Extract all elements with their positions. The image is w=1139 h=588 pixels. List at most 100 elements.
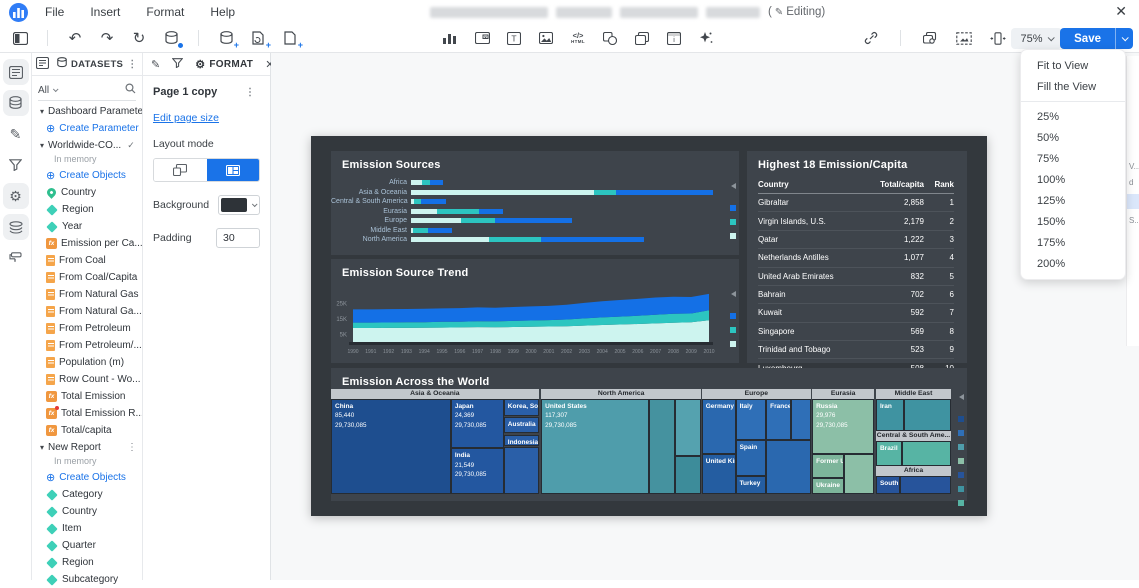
treemap-cell-united-states[interactable]: United States117,30729,730,085 (541, 399, 649, 494)
add-report-icon[interactable]: + (246, 27, 270, 49)
redo-icon[interactable]: ↷ (95, 27, 119, 49)
add-dataset-icon[interactable]: + (214, 27, 238, 49)
edit-icon[interactable]: ✎ (3, 121, 29, 147)
bar-row-europe[interactable]: Europe (331, 216, 739, 226)
treemap-cell-south-africa[interactable]: South Africa (876, 476, 900, 494)
legend-collapse-arrow-icon[interactable] (731, 183, 736, 189)
bar-segment-series-light[interactable] (411, 209, 437, 214)
kebab-menu-icon[interactable]: ⋮ (139, 140, 142, 151)
undo-icon[interactable]: ↶ (63, 27, 87, 49)
treemap-cell-united-kingdom[interactable]: United Kingdom (702, 454, 736, 494)
menu-file[interactable]: File (45, 5, 64, 19)
bar-segment-series-blue[interactable] (479, 209, 503, 214)
bar-row-eurasia[interactable]: Eurasia (331, 207, 739, 217)
app-logo-icon[interactable] (9, 3, 28, 22)
expand-triangle-icon[interactable]: ▾ (40, 443, 44, 452)
bar-segment-series-blue[interactable] (421, 199, 446, 204)
treemap-cell-small[interactable] (844, 454, 874, 494)
treemap-cell-germany[interactable]: Germany (702, 399, 736, 454)
filter-icon[interactable] (3, 152, 29, 178)
bar-segment-series-light[interactable] (411, 218, 461, 223)
bar-segment-series-blue[interactable] (541, 237, 644, 242)
treemap-cell-spain[interactable]: Spain (736, 440, 767, 476)
zoom-menu-item-fit-to-view[interactable]: Fit to View (1021, 55, 1125, 76)
pages-icon[interactable] (3, 59, 29, 85)
settings-icon[interactable]: ⚙ (3, 183, 29, 209)
bar-segment-series-teal[interactable] (594, 190, 616, 195)
snapshot-icon[interactable] (952, 27, 976, 49)
zoom-menu-item-125-[interactable]: 125% (1021, 190, 1125, 211)
tree-item-dashboard-parameters[interactable]: ▾Dashboard Parameters (32, 103, 142, 120)
background-color-picker[interactable] (218, 195, 260, 215)
theme-icon[interactable] (3, 245, 29, 271)
treemap-cell-russia[interactable]: Russia29,97629,730,085 (812, 399, 874, 454)
embed-icon[interactable] (986, 27, 1010, 49)
filter-tab-icon[interactable] (172, 58, 183, 71)
layers-icon[interactable] (3, 214, 29, 240)
bar-row-africa[interactable]: Africa (331, 178, 739, 188)
save-options-chevron[interactable] (1115, 28, 1133, 49)
tree-item-total-capita[interactable]: fxTotal/capita (32, 422, 142, 439)
refresh-icon[interactable]: ↻ (127, 27, 151, 49)
insert-chart-icon[interactable] (438, 27, 462, 49)
chart-emission-sources[interactable]: Emission Sources AfricaAsia & OceaniaCen… (331, 151, 739, 255)
tree-item-from-coal[interactable]: From Coal (32, 252, 142, 269)
treemap-cell-ukraine[interactable]: Ukraine (812, 478, 844, 494)
insert-container-icon[interactable] (630, 27, 654, 49)
datasets-icon[interactable] (3, 90, 29, 116)
tree-item-worldwide-co-[interactable]: ▾Worldwide-CO...✓⋮ (32, 137, 142, 154)
treemap-cell-turkey[interactable]: Turkey (736, 476, 767, 494)
ai-assist-icon[interactable] (694, 27, 718, 49)
bar-row-central-south-america[interactable]: Central & South America (331, 197, 739, 207)
tree-item-emission-per-ca-[interactable]: fxEmission per Ca... (32, 235, 142, 252)
treemap-cell-small[interactable] (900, 476, 951, 494)
treemap-cell-small[interactable] (649, 399, 675, 494)
tree-item-from-petroleum[interactable]: From Petroleum (32, 320, 142, 337)
table-row[interactable]: Bahrain7026 (758, 285, 954, 303)
treemap-cell-brazil[interactable]: Brazil (876, 441, 902, 466)
legend-collapsed[interactable] (958, 394, 964, 506)
zoom-menu-item-25-[interactable]: 25% (1021, 106, 1125, 127)
treemap-cell-small[interactable] (675, 456, 701, 494)
table-row[interactable]: Trinidad and Tobago5239 (758, 341, 954, 359)
treemap-cell-china[interactable]: China85,44029,730,085 (331, 399, 451, 494)
tree-item-create-objects[interactable]: ⊕Create Objects (32, 167, 142, 184)
dashboard-page[interactable]: Emission Sources AfricaAsia & OceaniaCen… (311, 136, 987, 516)
kebab-menu-icon[interactable]: ⋮ (127, 442, 142, 453)
insert-shapes-icon[interactable] (598, 27, 622, 49)
legend-collapsed[interactable] (730, 183, 736, 239)
table-row[interactable]: Qatar1,2223 (758, 230, 954, 248)
tree-item-country[interactable]: Country (32, 503, 142, 520)
zoom-menu-item-200-[interactable]: 200% (1021, 253, 1125, 274)
tree-item-new-report[interactable]: ▾New Report⋮ (32, 439, 142, 456)
tree-item-from-coal-capita[interactable]: From Coal/Capita (32, 269, 142, 286)
tree-item-country[interactable]: Country (32, 184, 142, 201)
bar-row-middle-east[interactable]: Middle East (331, 226, 739, 236)
sidebar-toggle-icon[interactable] (8, 27, 32, 49)
add-page-icon[interactable]: + (278, 27, 302, 49)
treemap-cell-iran[interactable]: Iran (876, 399, 904, 431)
edit-page-size-link[interactable]: Edit page size (153, 112, 219, 124)
menu-help[interactable]: Help (210, 5, 235, 19)
page-menu-icon[interactable]: ⋮ (245, 87, 260, 98)
datasets-tab-label[interactable]: DATASETS (71, 59, 123, 70)
expand-triangle-icon[interactable]: ▾ (40, 141, 44, 150)
datasets-menu-icon[interactable]: ⋮ (127, 59, 142, 70)
padding-input[interactable] (216, 228, 260, 248)
treemap-cell-australia[interactable]: Australia (504, 417, 539, 433)
treemap-cell-japan[interactable]: Japan24,36929,730,085 (451, 399, 504, 448)
table-row[interactable]: United Arab Emirates8325 (758, 267, 954, 285)
treemap-cell-small[interactable] (902, 441, 951, 466)
bar-segment-series-teal[interactable] (461, 218, 495, 223)
table-row[interactable]: Kuwait5927 (758, 304, 954, 322)
table-row[interactable]: Virgin Islands, U.S.2,1792 (758, 212, 954, 230)
bar-segment-series-teal[interactable] (422, 180, 430, 185)
bar-segment-series-blue[interactable] (430, 180, 443, 185)
legend-collapse-arrow-icon[interactable] (959, 394, 964, 400)
save-button[interactable]: Save (1060, 28, 1115, 49)
treemap-cell-former-u-s-s-r-[interactable]: Former U.S.S.R. (812, 454, 844, 478)
insert-kpi-icon[interactable]: i (662, 27, 686, 49)
treemap-cell-france[interactable]: France (766, 399, 791, 440)
layout-freeform-button[interactable] (154, 159, 207, 181)
table-row[interactable]: Singapore5698 (758, 322, 954, 340)
